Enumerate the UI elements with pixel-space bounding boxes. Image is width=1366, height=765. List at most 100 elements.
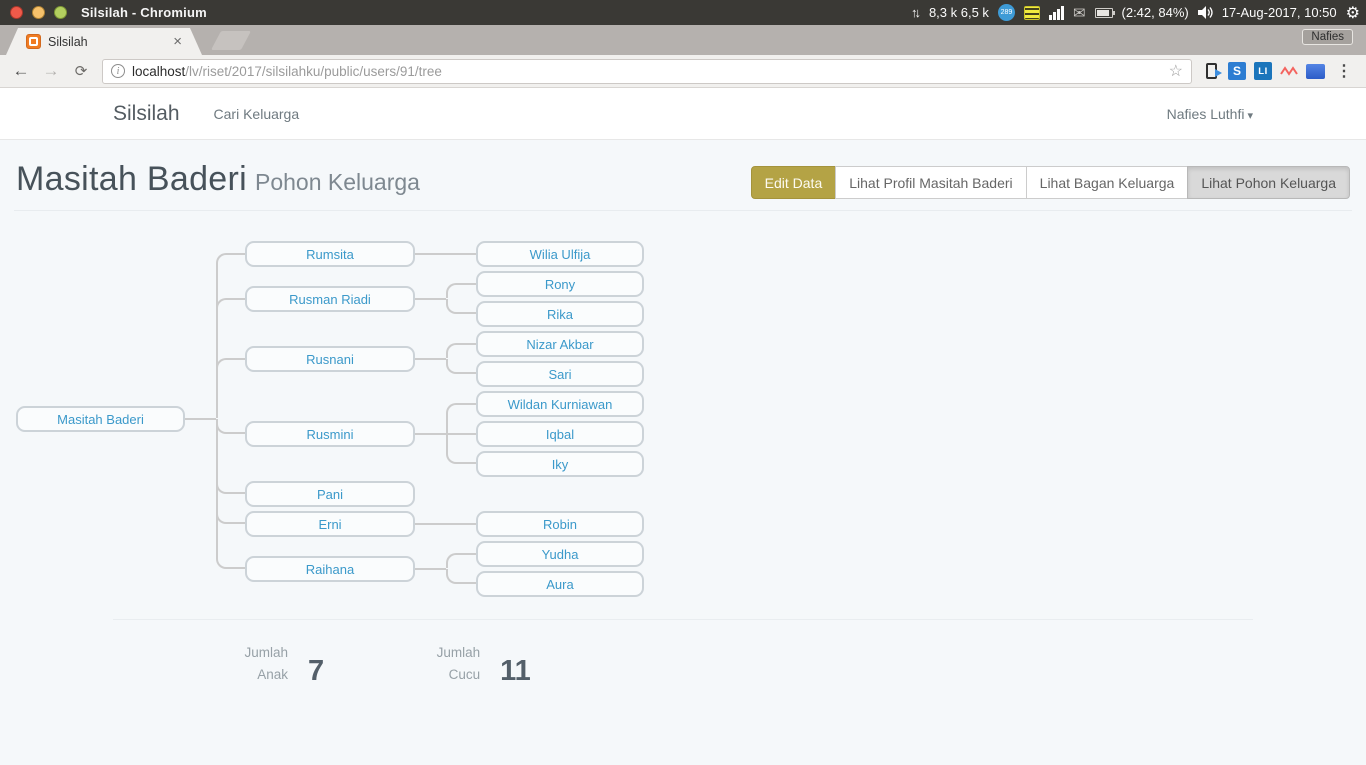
- family-tree: Masitah Baderi Rumsita Wilia Ulfija Rusman …: [0, 211, 1366, 619]
- tree-connector: [415, 253, 446, 255]
- tree-node[interactable]: Rusman Riadi: [245, 286, 415, 312]
- tree-node[interactable]: Raihana: [245, 556, 415, 582]
- window-controls: [10, 6, 67, 19]
- stat-cucu: Jumlah Cucu 11: [422, 642, 531, 687]
- tree-node[interactable]: Erni: [245, 511, 415, 537]
- tree-node[interactable]: Rusnani: [245, 346, 415, 372]
- window-title: Silsilah - Chromium: [81, 5, 207, 20]
- user-name: Nafies Luthfi: [1167, 106, 1245, 122]
- desktop-item-label: Nafies: [1302, 29, 1353, 45]
- send-to-device-extension-icon[interactable]: [1200, 60, 1222, 82]
- tree-connector: [415, 298, 446, 300]
- tree-node[interactable]: Masitah Baderi: [16, 406, 185, 432]
- web-page: Silsilah Cari Keluarga Nafies Luthfi▾ Ma…: [0, 88, 1366, 765]
- bookmark-star-icon[interactable]: ☆: [1169, 61, 1183, 81]
- tree-connector: [446, 253, 476, 255]
- network-traffic-icon[interactable]: ↑↓: [911, 5, 918, 20]
- tree-node[interactable]: Rony: [476, 271, 644, 297]
- tree-node[interactable]: Yudha: [476, 541, 644, 567]
- tab-title: Silsilah: [48, 35, 167, 49]
- action-button-1[interactable]: Lihat Profil Masitah Baderi: [835, 166, 1026, 199]
- tree-connector: [185, 418, 216, 420]
- battery-icon[interactable]: [1095, 8, 1113, 18]
- tree-node[interactable]: Rika: [476, 301, 644, 327]
- tree-node[interactable]: Rumsita: [245, 241, 415, 267]
- tree-connector: [216, 419, 245, 569]
- tree-connector: [446, 553, 476, 568]
- browser-tab[interactable]: Silsilah ×: [6, 28, 202, 55]
- site-info-icon[interactable]: i: [111, 64, 125, 78]
- volume-icon[interactable]: [1198, 6, 1213, 19]
- system-tray: ↑↓ 8,3 k 6,5 k 289 ✉ (2:42, 84%) 17-Aug-…: [911, 0, 1360, 25]
- tree-connector: [446, 283, 476, 298]
- tree-connector: [415, 523, 446, 525]
- tree-connector: [446, 434, 476, 464]
- app-navbar: Silsilah Cari Keluarga Nafies Luthfi▾: [0, 88, 1366, 140]
- s-extension-icon[interactable]: S: [1226, 60, 1248, 82]
- forward-button[interactable]: →: [38, 58, 64, 84]
- tree-node[interactable]: Aura: [476, 571, 644, 597]
- battery-status-text: (2:42, 84%): [1122, 5, 1189, 20]
- indicator-badge-icon[interactable]: 289: [998, 4, 1015, 21]
- url-bar[interactable]: i localhost/lv/riset/2017/silsilahku/pub…: [102, 59, 1192, 84]
- top-panel: Silsilah - Chromium ↑↓ 8,3 k 6,5 k 289 ✉…: [0, 0, 1366, 25]
- page-title: Masitah Baderi: [16, 160, 247, 198]
- window-close-button[interactable]: [10, 6, 23, 19]
- tree-node[interactable]: Wildan Kurniawan: [476, 391, 644, 417]
- stat-cucu-label: Jumlah Cucu: [422, 642, 480, 687]
- stat-anak-value: 7: [308, 657, 324, 686]
- action-button-0[interactable]: Edit Data: [751, 166, 837, 199]
- tree-connector: [446, 523, 476, 525]
- nav-link-cari-keluarga[interactable]: Cari Keluarga: [214, 106, 300, 122]
- clock-text: 17-Aug-2017, 10:50: [1222, 5, 1337, 20]
- page-title-block: Masitah Baderi Pohon Keluarga: [16, 160, 420, 199]
- tree-connector: [216, 358, 245, 418]
- action-button-2[interactable]: Lihat Bagan Keluarga: [1026, 166, 1189, 199]
- tree-node[interactable]: Sari: [476, 361, 644, 387]
- browser-toolbar: ← → ⟳ i localhost/lv/riset/2017/silsilah…: [0, 55, 1366, 88]
- window-minimize-button[interactable]: [32, 6, 45, 19]
- page-subtitle: Pohon Keluarga: [255, 169, 420, 195]
- user-dropdown[interactable]: Nafies Luthfi▾: [1167, 106, 1253, 122]
- tree-connector: [446, 569, 476, 584]
- tree-connector: [415, 568, 446, 570]
- blue-extension-icon[interactable]: [1304, 60, 1326, 82]
- gear-icon[interactable]: ⚙: [1346, 3, 1360, 23]
- xampp-favicon-icon: [26, 34, 41, 49]
- signal-strength-icon[interactable]: [1049, 6, 1064, 20]
- browser-menu-icon[interactable]: ⋮: [1330, 61, 1358, 81]
- back-button[interactable]: ←: [8, 58, 34, 84]
- tree-node[interactable]: Pani: [245, 481, 415, 507]
- stat-cucu-value: 11: [500, 657, 531, 686]
- url-path: /lv/riset/2017/silsilahku/public/users/9…: [185, 64, 442, 79]
- url-text[interactable]: localhost/lv/riset/2017/silsilahku/publi…: [132, 64, 1162, 79]
- tree-node[interactable]: Wilia Ulfija: [476, 241, 644, 267]
- tree-node[interactable]: Nizar Akbar: [476, 331, 644, 357]
- stats-row: Jumlah Anak 7 Jumlah Cucu 11: [113, 620, 1253, 687]
- stat-anak: Jumlah Anak 7: [230, 642, 324, 687]
- stat-anak-label: Jumlah Anak: [230, 642, 288, 687]
- tab-close-icon[interactable]: ×: [173, 33, 182, 50]
- tree-connector: [415, 433, 446, 435]
- window-maximize-button[interactable]: [54, 6, 67, 19]
- laravel-extension-icon[interactable]: [1278, 60, 1300, 82]
- notes-indicator-icon[interactable]: [1024, 6, 1040, 20]
- tree-node[interactable]: Robin: [476, 511, 644, 537]
- action-button-3[interactable]: Lihat Pohon Keluarga: [1187, 166, 1350, 199]
- li-extension-icon[interactable]: LI: [1252, 60, 1274, 82]
- tree-node[interactable]: Rusmini: [245, 421, 415, 447]
- tree-connector: [415, 358, 446, 360]
- tree-node[interactable]: Iky: [476, 451, 644, 477]
- reload-button[interactable]: ⟳: [68, 58, 94, 84]
- new-tab-button[interactable]: [211, 31, 251, 50]
- mail-indicator-icon[interactable]: ✉: [1073, 4, 1086, 22]
- page-header: Masitah BaderiPohon Keluarga Edit DataLi…: [14, 140, 1352, 211]
- network-speed-text: 8,3 k 6,5 k: [929, 5, 989, 20]
- tab-strip: Silsilah × Nafies: [0, 25, 1366, 55]
- app-brand[interactable]: Silsilah: [113, 102, 180, 126]
- caret-down-icon: ▾: [1247, 110, 1253, 122]
- tree-connector: [446, 343, 476, 358]
- tree-connector: [446, 299, 476, 314]
- tree-node[interactable]: Iqbal: [476, 421, 644, 447]
- action-button-group: Edit DataLihat Profil Masitah BaderiLiha…: [751, 166, 1350, 199]
